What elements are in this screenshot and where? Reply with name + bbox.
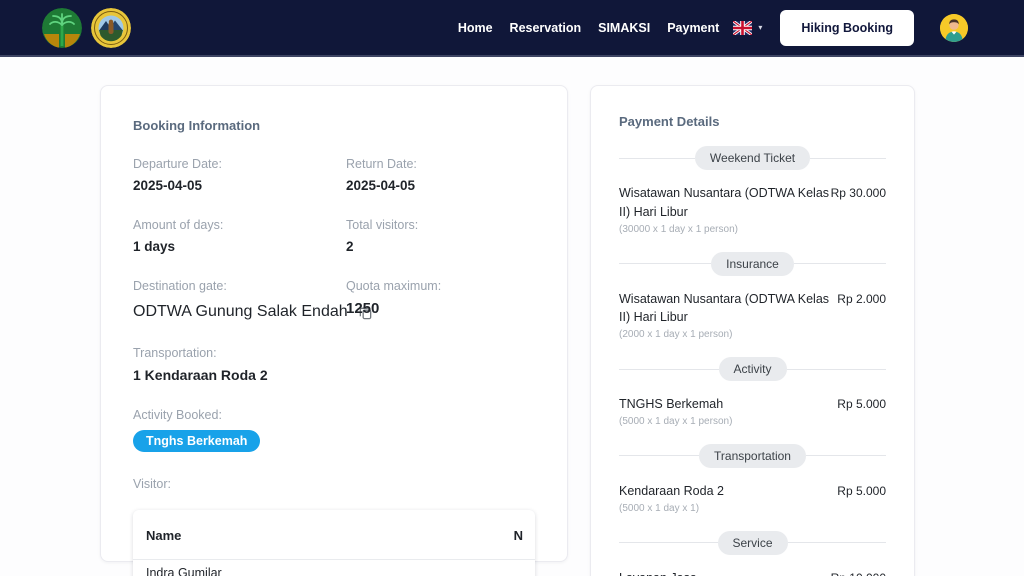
section-pill-insurance: Insurance <box>711 251 794 276</box>
payment-line-item: Wisatawan Nusantara (ODTWA Kelas II) Har… <box>619 290 886 341</box>
nav-link-simaksi[interactable]: SIMAKSI <box>598 21 650 35</box>
booking-information-card: Booking Information Departure Date: 2025… <box>100 85 568 576</box>
item-price: Rp 2.000 <box>837 291 886 306</box>
item-price: Rp 5.000 <box>837 397 886 411</box>
field-label: Activity Booked: <box>133 408 222 422</box>
section-pill-weekend-ticket: Weekend Ticket <box>694 146 811 170</box>
section-divider: Insurance <box>619 251 887 276</box>
top-navbar: Home Reservation SIMAKSI Payment ▾ Hikin… <box>0 0 1024 57</box>
payment-details-card: Payment Details Weekend Ticket Wisatawan… <box>590 85 915 576</box>
field-value: 1 days <box>133 239 176 254</box>
item-name: Wisatawan Nusantara (ODTWA Kelas II) Har… <box>619 186 830 219</box>
section-pill-activity: Activity <box>718 357 787 381</box>
field-label: Departure Date: <box>133 157 222 171</box>
item-detail: (2000 x 1 day x 1 person) <box>619 329 733 340</box>
field-value: 2025-04-05 <box>133 178 203 193</box>
booking-title: Booking Information <box>133 118 261 133</box>
field-label: Quota maximum: <box>346 279 442 293</box>
visitor-table-header: Name N <box>133 510 535 560</box>
national-park-badge-logo <box>91 7 131 48</box>
item-name: Layanan Jasa <box>619 569 831 576</box>
brand-logos <box>42 7 131 48</box>
section-pill-service: Service <box>717 530 788 555</box>
field-label: Destination gate: <box>133 279 227 293</box>
item-name: Wisatawan Nusantara (ODTWA Kelas II) Har… <box>619 291 830 325</box>
field-label: Transportation: <box>133 346 217 360</box>
item-price: Rp 5.000 <box>837 483 886 498</box>
payment-line-item: Kendaraan Roda 2 (5000 x 1 day x 1) Rp 5… <box>619 482 886 514</box>
page-content: Booking Information Departure Date: 2025… <box>0 57 1024 576</box>
field-destination-gate: Destination gate: ODTWA Gunung Salak End… <box>133 279 371 321</box>
field-amount-days: Amount of days: 1 days <box>133 218 346 254</box>
payment-line-item: Wisatawan Nusantara (ODTWA Kelas II) Har… <box>619 184 886 235</box>
section-divider: Weekend Ticket <box>619 146 886 170</box>
item-price: Rp 10.000 <box>831 569 886 576</box>
item-detail: (30000 x 1 day x 1 person) <box>619 223 738 235</box>
nav-link-payment[interactable]: Payment <box>667 21 719 35</box>
field-value: 1 Kendaraan Roda 2 <box>133 367 268 383</box>
field-total-visitors: Total visitors: 2 <box>346 218 535 254</box>
item-detail: (5000 x 1 day x 1) <box>619 502 700 514</box>
item-detail: (5000 x 1 day x 1 person) <box>619 415 733 427</box>
section-divider: Activity <box>619 357 887 381</box>
field-return-date: Return Date: 2025-04-05 <box>346 157 535 193</box>
section-divider: Transportation <box>619 443 886 468</box>
payment-line-item: TNGHS Berkemah (5000 x 1 day x 1 person)… <box>619 395 886 427</box>
navbar-menu: Home Reservation SIMAKSI Payment ▾ Hikin… <box>441 9 968 46</box>
uk-flag-icon <box>733 20 753 35</box>
field-transportation: Transportation: 1 Kendaraan Roda 2 <box>133 346 535 383</box>
visitor-section: Visitor: Name N Indra Gumilar <box>133 477 535 576</box>
item-name: Kendaraan Roda 2 <box>619 483 724 498</box>
section-pill-transportation: Transportation <box>699 443 806 468</box>
field-value: 2025-04-05 <box>346 178 416 193</box>
hiking-booking-button[interactable]: Hiking Booking <box>780 9 914 46</box>
table-row: Indra Gumilar <box>146 566 222 576</box>
payment-title: Payment Details <box>619 114 720 129</box>
column-header-name: Name <box>146 528 182 543</box>
language-selector[interactable]: ▾ <box>733 20 763 35</box>
field-value: 1250 <box>346 300 380 317</box>
field-value: 2 <box>346 239 354 254</box>
field-label: Total visitors: <box>346 218 419 232</box>
ministry-forestry-logo <box>42 7 82 48</box>
item-name: TNGHS Berkemah <box>619 397 724 411</box>
avatar-person-icon <box>940 13 968 42</box>
item-price: Rp 30.000 <box>830 186 886 200</box>
field-quota-maximum: Quota maximum: 1250 <box>346 279 535 321</box>
destination-gate-value: ODTWA Gunung Salak Endah <box>133 303 348 320</box>
field-label: Amount of days: <box>133 218 224 232</box>
nav-link-reservation[interactable]: Reservation <box>510 21 582 35</box>
activity-badge: Tnghs Berkemah <box>133 430 261 452</box>
column-header-clipped: N <box>513 528 523 543</box>
visitor-label: Visitor: <box>133 477 171 491</box>
payment-line-item: Layanan Jasa (10000 x 1 day x 1 person) … <box>619 569 886 576</box>
field-activity-booked: Activity Booked: Tnghs Berkemah <box>133 408 535 452</box>
booking-fields: Departure Date: 2025-04-05 Return Date: … <box>133 157 535 576</box>
field-departure-date: Departure Date: 2025-04-05 <box>133 157 346 193</box>
chevron-down-icon: ▾ <box>758 23 763 32</box>
field-label: Return Date: <box>346 157 417 171</box>
nav-link-home[interactable]: Home <box>458 21 493 35</box>
visitor-table-scroll[interactable]: Name N Indra Gumilar <box>133 510 535 576</box>
section-divider: Service <box>619 530 887 555</box>
user-avatar[interactable] <box>940 13 968 42</box>
